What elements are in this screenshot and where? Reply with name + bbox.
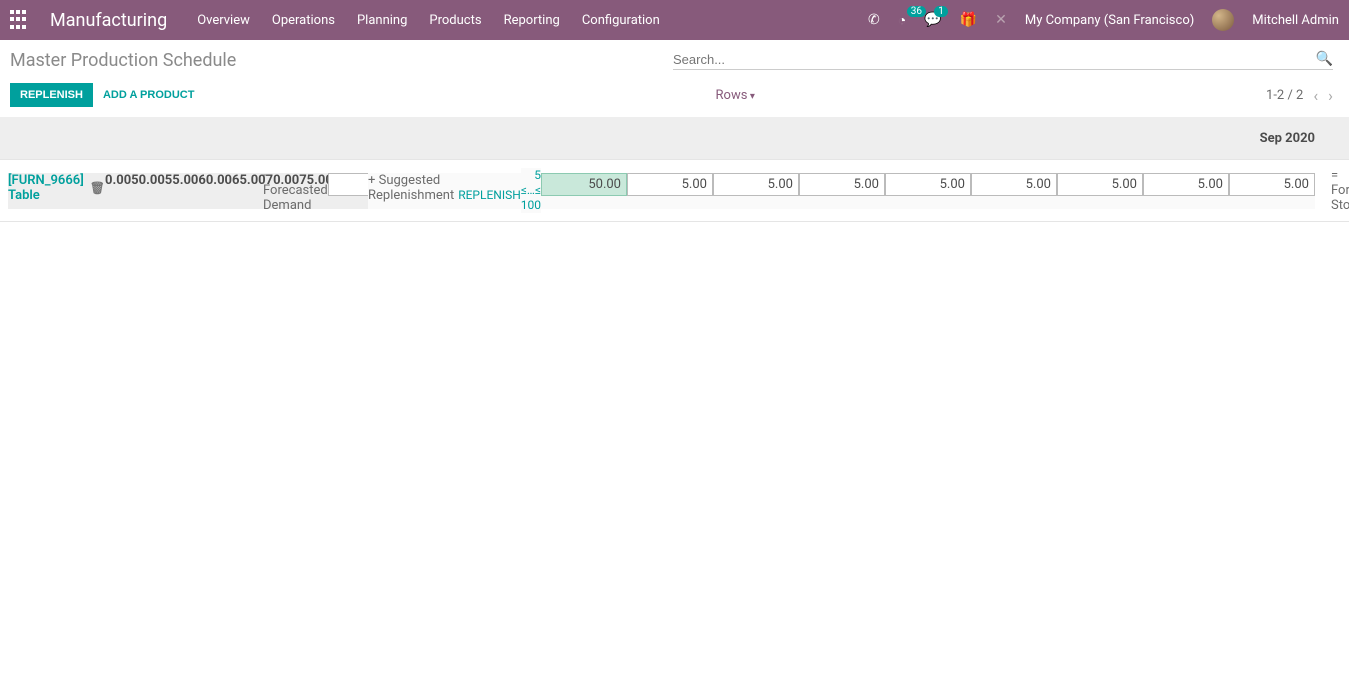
rows-dropdown[interactable]: Rows (716, 88, 755, 103)
page-title: Master Production Schedule (10, 50, 673, 71)
search-icon[interactable]: 🔍 (1316, 51, 1333, 67)
nav-overview[interactable]: Overview (197, 13, 250, 28)
pager: 1-2 / 2 ‹ › (1266, 86, 1333, 105)
suggested-input[interactable] (541, 173, 627, 196)
company-selector[interactable]: My Company (San Francisco) (1025, 13, 1194, 28)
replenish-button[interactable]: Replenish (10, 83, 93, 107)
user-name[interactable]: Mitchell Admin (1252, 13, 1339, 28)
pager-text: 1-2 / 2 (1266, 88, 1303, 103)
delete-icon[interactable]: 🗑 (90, 181, 105, 195)
search-input[interactable] (673, 52, 1316, 67)
messages-icon[interactable]: 💬1 (924, 12, 941, 28)
head-value: 50.00 (131, 173, 165, 209)
col-month: Sep 2020 (360, 117, 1323, 160)
msg-badge: 1 (934, 6, 948, 17)
clock-badge: 36 (907, 6, 926, 17)
pager-prev[interactable]: ‹ (1313, 86, 1318, 105)
col-product (0, 117, 255, 160)
apps-icon[interactable] (10, 10, 30, 30)
suggested-input[interactable] (1143, 173, 1229, 196)
suggested-input[interactable] (627, 173, 713, 196)
range-link[interactable]: 5 ≤…≤ 100 (521, 168, 541, 212)
head-value: 60.00 (198, 173, 232, 209)
suggested-input[interactable] (971, 173, 1057, 196)
suggested-input[interactable] (1057, 173, 1143, 196)
product-link[interactable]: [FURN_9666] Table 🗑 (8, 173, 105, 203)
suggested-input[interactable] (799, 173, 885, 196)
suggested-input[interactable] (713, 173, 799, 196)
suggested-input[interactable] (1229, 173, 1315, 196)
add-product-button[interactable]: Add a Product (93, 83, 204, 107)
nav-products[interactable]: Products (429, 13, 481, 28)
suggested-input[interactable] (885, 173, 971, 196)
mps-table: Sep 2020 Oct 2020 Nov 2020 Dec 2020 Jan … (0, 117, 1349, 222)
col-month: Oct 2020 (1323, 117, 1349, 160)
avatar[interactable] (1212, 9, 1234, 31)
nav-brand[interactable]: Manufacturing (50, 10, 167, 31)
gift-icon[interactable]: 🎁 (960, 12, 977, 28)
nav-menu: Overview Operations Planning Products Re… (197, 13, 660, 28)
search-bar[interactable]: 🔍 (673, 51, 1333, 70)
nav-operations[interactable]: Operations (272, 13, 335, 28)
tools-icon[interactable]: ✕ (995, 12, 1007, 28)
row-label-stock: = Forecasted Stock (1331, 168, 1349, 213)
nav-reporting[interactable]: Reporting (504, 13, 560, 28)
pager-next[interactable]: › (1328, 86, 1333, 105)
replenish-link[interactable]: REPLENISH (458, 188, 521, 202)
nav-planning[interactable]: Planning (357, 13, 407, 28)
row-label-demand: - Forecasted Demand (263, 168, 328, 213)
head-value: 0.00 (105, 173, 131, 209)
nav-configuration[interactable]: Configuration (582, 13, 660, 28)
head-value: 55.00 (165, 173, 199, 209)
control-panel: Master Production Schedule 🔍 Replenish A… (0, 40, 1349, 117)
col-range (255, 117, 360, 160)
row-label-suggested: + Suggested Replenishment (368, 173, 454, 203)
clock-icon[interactable]: ◔36 (898, 12, 906, 29)
phone-icon[interactable]: ✆ (868, 12, 880, 28)
navbar: Manufacturing Overview Operations Planni… (0, 0, 1349, 40)
